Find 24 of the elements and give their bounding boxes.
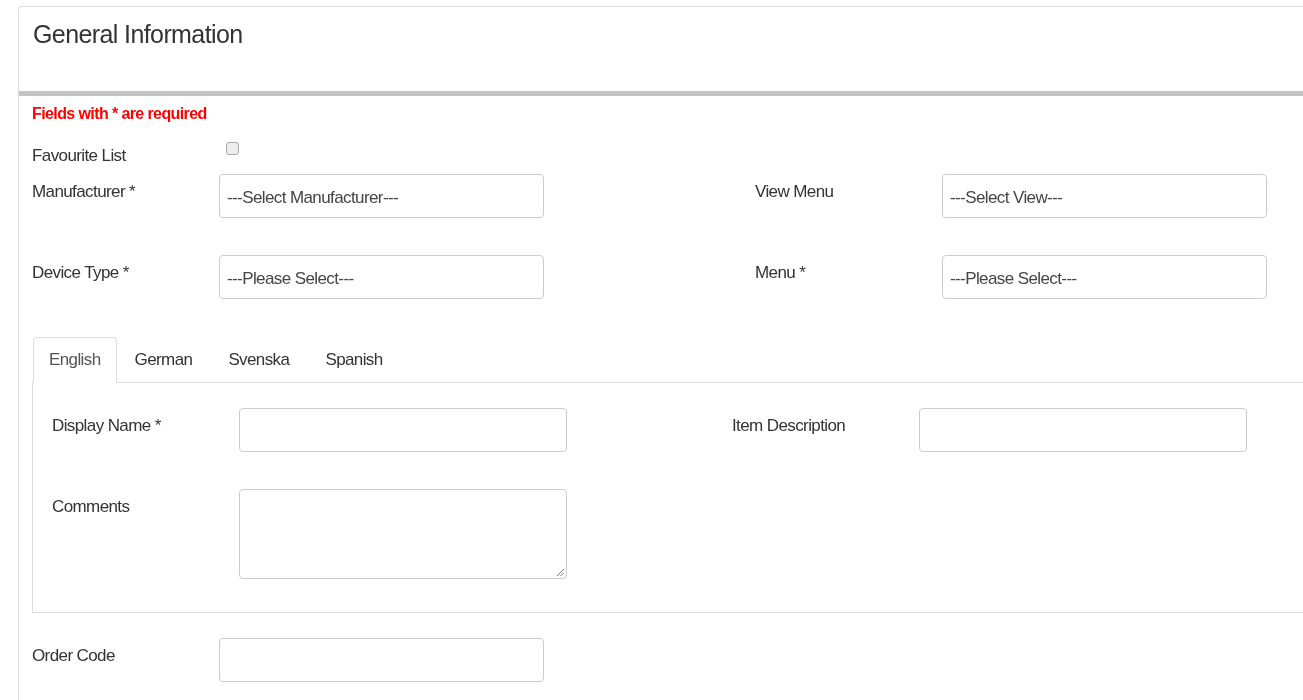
panel-title: General Information xyxy=(33,19,244,49)
language-tab[interactable]: Svenska xyxy=(210,337,308,383)
input-field[interactable] xyxy=(219,638,544,682)
field-label: Display Name * xyxy=(52,415,161,436)
language-tab[interactable]: English xyxy=(33,337,117,383)
required-note: Fields with * are required xyxy=(32,105,207,123)
language-tab[interactable]: German xyxy=(116,337,211,383)
field-label: Manufacturer * xyxy=(32,181,136,202)
field-label: Menu * xyxy=(755,262,806,283)
field-label: View Menu xyxy=(755,181,834,202)
select-field[interactable]: ---Please Select--- xyxy=(942,255,1267,299)
field-label: Device Type * xyxy=(32,262,129,283)
select-field[interactable]: ---Select View--- xyxy=(942,174,1267,218)
select-field[interactable]: ---Select Manufacturer--- xyxy=(219,174,544,218)
field-label: Comments xyxy=(52,496,130,517)
field-label: Favourite List xyxy=(32,145,127,166)
select-field[interactable]: ---Please Select--- xyxy=(219,255,544,299)
field-label: Item Description xyxy=(732,415,846,436)
resize-grip-icon[interactable] xyxy=(556,568,564,576)
favourite-checkbox[interactable] xyxy=(226,142,239,155)
input-field[interactable] xyxy=(239,408,567,452)
input-field[interactable] xyxy=(919,408,1247,452)
field-label: Order Code xyxy=(32,645,115,666)
language-tab[interactable]: Spanish xyxy=(307,337,401,383)
